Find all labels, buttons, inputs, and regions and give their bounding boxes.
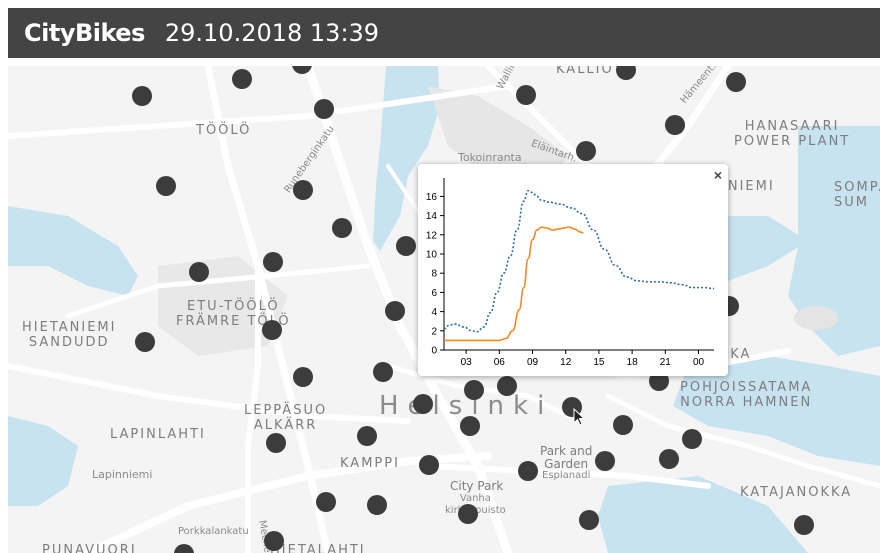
water-west bbox=[8, 206, 138, 296]
bike-station[interactable] bbox=[232, 69, 252, 89]
bike-station[interactable] bbox=[794, 515, 814, 535]
y-tick-label: 4 bbox=[431, 307, 437, 318]
district-punavuori: PUNAVUORI bbox=[42, 543, 137, 553]
series-line-average bbox=[443, 189, 715, 333]
y-tick-label: 2 bbox=[431, 326, 437, 337]
y-tick-label: 8 bbox=[431, 269, 437, 280]
bike-station[interactable] bbox=[497, 376, 517, 396]
bike-station[interactable] bbox=[385, 301, 405, 321]
y-tick-label: 16 bbox=[426, 192, 438, 203]
bike-station[interactable] bbox=[595, 451, 615, 471]
series-line-current bbox=[444, 226, 584, 342]
district-kamppi: KAMPPI bbox=[340, 456, 400, 471]
close-popup-button[interactable]: × bbox=[714, 167, 722, 183]
bike-station[interactable] bbox=[518, 461, 538, 481]
district-pohjoissatama: POHJOISSATAMA NORRA HAMNEN bbox=[680, 380, 813, 410]
x-tick-label: 21 bbox=[660, 357, 672, 368]
x-tick-label: 15 bbox=[593, 357, 605, 368]
y-tick-label: 12 bbox=[426, 230, 438, 241]
bike-station[interactable] bbox=[314, 99, 334, 119]
usage-line-chart: 0 2 4 6 8 10 12 14 16 03 06 09 12 15 18 21 00 bbox=[426, 178, 715, 368]
street-lapinniemi: Lapinniemi bbox=[92, 468, 153, 481]
mouse-cursor-icon bbox=[573, 408, 586, 426]
bike-station[interactable] bbox=[396, 236, 416, 256]
bike-station[interactable] bbox=[266, 433, 286, 453]
place-park-and-garden: Park and Garden bbox=[540, 444, 593, 471]
y-tick-label: 6 bbox=[431, 288, 437, 299]
bike-station[interactable] bbox=[659, 449, 679, 469]
street-tokoinranta: Tokoinranta bbox=[458, 151, 522, 164]
bike-station[interactable] bbox=[357, 426, 377, 446]
app-header: CityBikes 29.10.2018 13:39 bbox=[8, 8, 880, 58]
bike-station[interactable] bbox=[332, 218, 352, 238]
district-hanasaari: HANASAARI POWER PLANT bbox=[734, 119, 851, 149]
bike-station[interactable] bbox=[682, 429, 702, 449]
street-esplanadi: Esplanadi bbox=[542, 470, 591, 481]
x-tick-label: 09 bbox=[527, 357, 539, 368]
bike-station[interactable] bbox=[613, 415, 633, 435]
y-tick-label: 14 bbox=[426, 211, 438, 222]
bike-station[interactable] bbox=[293, 367, 313, 387]
bike-station[interactable] bbox=[665, 115, 685, 135]
bike-station[interactable] bbox=[262, 320, 282, 340]
district-toolo: TÖÖLÖ bbox=[196, 123, 252, 138]
y-tick-label: 0 bbox=[431, 346, 437, 357]
bike-station[interactable] bbox=[373, 362, 393, 382]
x-tick-label: 03 bbox=[461, 357, 473, 368]
bike-station[interactable] bbox=[135, 332, 155, 352]
district-lapinlahti: LAPINLAHTI bbox=[110, 427, 206, 442]
district-sompasaari: SOMPA SUM bbox=[834, 180, 880, 210]
bike-station[interactable] bbox=[189, 262, 209, 282]
bike-station[interactable] bbox=[419, 455, 439, 475]
bike-station[interactable] bbox=[293, 180, 313, 200]
bike-station[interactable] bbox=[516, 85, 536, 105]
x-tick-label: 12 bbox=[560, 357, 572, 368]
island bbox=[794, 306, 838, 330]
x-tick-label: 06 bbox=[494, 357, 506, 368]
current-datetime: 29.10.2018 13:39 bbox=[164, 19, 380, 47]
x-tick-label: 00 bbox=[693, 357, 705, 368]
district-hietalahti: HIETALAHTI bbox=[270, 543, 366, 553]
bike-station[interactable] bbox=[576, 141, 596, 161]
place-city-park: City Park bbox=[450, 479, 504, 493]
bike-station[interactable] bbox=[156, 176, 176, 196]
district-hietaniemi: HIETANIEMI SANDUDD bbox=[22, 320, 117, 350]
bike-station[interactable] bbox=[263, 252, 283, 272]
bike-station[interactable] bbox=[579, 510, 599, 530]
bike-station[interactable] bbox=[264, 531, 284, 551]
street-porkkalankatu: Porkkalankatu bbox=[178, 526, 249, 537]
bike-station[interactable] bbox=[367, 495, 387, 515]
x-tick-label: 18 bbox=[627, 357, 639, 368]
bike-station[interactable] bbox=[132, 86, 152, 106]
water-west-bay bbox=[8, 416, 78, 506]
bike-station[interactable] bbox=[460, 416, 480, 436]
district-kallio: KALLIO bbox=[556, 66, 614, 77]
app-title: CityBikes bbox=[24, 19, 145, 47]
district-katajanokka: KATAJANOKKA bbox=[740, 485, 853, 500]
bike-station[interactable] bbox=[458, 504, 478, 524]
bike-station[interactable] bbox=[726, 72, 746, 92]
bike-station[interactable] bbox=[413, 394, 433, 414]
bike-station[interactable] bbox=[316, 492, 336, 512]
district-leppasuo: LEPPÄSUO ALKÄRR bbox=[244, 403, 328, 433]
station-usage-popup: 0 2 4 6 8 10 12 14 16 03 06 09 12 15 18 21 00 × bbox=[418, 164, 728, 376]
road-arkadiankatu bbox=[8, 363, 411, 424]
bike-station[interactable] bbox=[464, 380, 484, 400]
y-tick-label: 10 bbox=[426, 250, 438, 261]
